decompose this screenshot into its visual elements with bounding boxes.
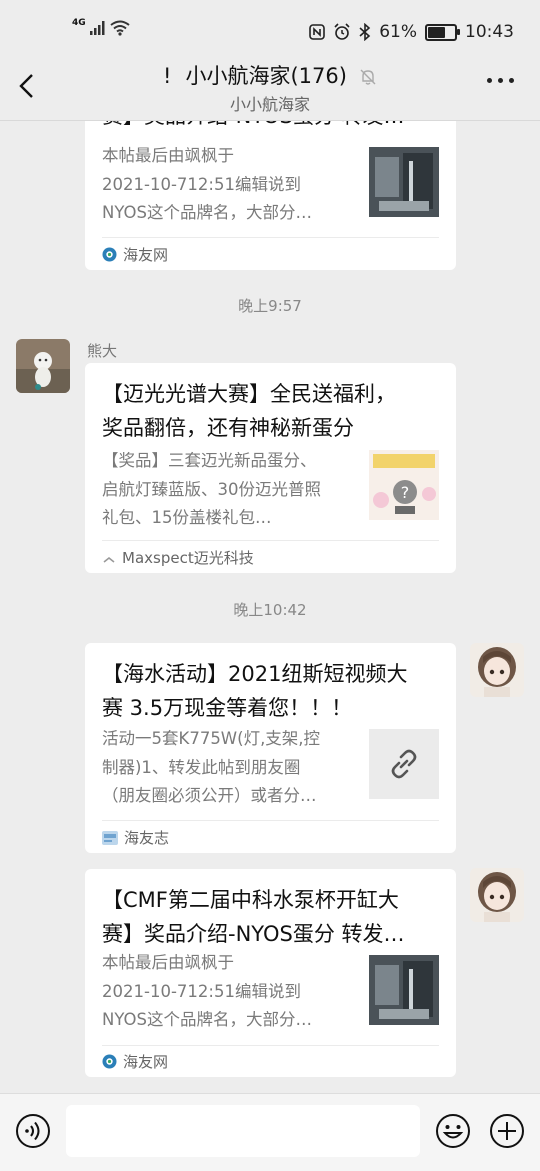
chat-title-row: ! 小小航海家(176)	[0, 60, 540, 90]
link-card-message[interactable]: 【CMF第二届中科水泵杯开缸大 赛】奖品介绍-NYOS蛋分 转发… 本帖最后由飒…	[85, 869, 456, 1077]
card-description: 【奖品】三套迈光新品蛋分、 启航灯臻蓝版、30份迈光普照 礼包、15份盖楼礼包…	[102, 451, 321, 527]
chat-header: ! 小小航海家(176) 小小航海家	[0, 56, 540, 121]
card-source: 海友网	[102, 1051, 168, 1072]
more-horizontal-icon[interactable]	[487, 78, 514, 83]
chat-subtitle: 小小航海家	[229, 95, 310, 114]
avatar[interactable]	[470, 643, 524, 697]
message-timestamp: 晚上10:42	[233, 601, 307, 619]
link-icon	[391, 749, 417, 779]
source-logo-icon	[102, 247, 117, 262]
plus-icon[interactable]	[489, 1113, 525, 1149]
source-logo-icon	[102, 830, 118, 845]
avatar[interactable]	[470, 868, 524, 922]
card-thumbnail	[369, 729, 439, 799]
card-divider	[102, 237, 439, 238]
voice-icon[interactable]	[15, 1113, 51, 1149]
nfc-icon	[309, 24, 326, 40]
message-input[interactable]	[66, 1105, 420, 1157]
link-card-message[interactable]: 【海水活动】2021纽斯短视频大 赛 3.5万现金等着您！！！ 活动一5套K77…	[85, 643, 456, 853]
bluetooth-icon	[359, 23, 371, 41]
card-title: 【CMF第二届中科水泵杯开缸大 赛】奖品介绍-NYOS蛋分 转发…	[102, 888, 405, 946]
link-card-message[interactable]: 赛】奖品介绍-NYOS蛋分 转发… 本帖最后由飒枫于 2021-10-712:5…	[85, 121, 456, 270]
status-right: 61% 10:43	[309, 22, 514, 42]
message-list[interactable]: 赛】奖品介绍-NYOS蛋分 转发… 本帖最后由飒枫于 2021-10-712:5…	[0, 121, 540, 1093]
chat-title: 小小航海家(176)	[185, 64, 347, 88]
card-thumbnail	[369, 955, 439, 1025]
chat-input-bar	[0, 1093, 540, 1171]
card-description: 活动一5套K775W(灯,支架,控 制器)1、转发此帖到朋友圈 （朋友圈必须公开…	[102, 729, 321, 805]
card-description: 本帖最后由飒枫于 2021-10-712:51编辑说到 NYOS这个品牌名，大部…	[102, 953, 312, 1029]
card-divider	[102, 540, 439, 541]
card-divider	[102, 820, 439, 821]
card-title: 【迈光光谱大赛】全民送福利， 奖品翻倍，还有神秘新蛋分	[102, 382, 396, 440]
card-source: 海友志	[102, 827, 169, 848]
warning-mark: !	[163, 64, 172, 88]
card-thumbnail	[369, 147, 439, 217]
card-title: 【海水活动】2021纽斯短视频大 赛 3.5万现金等着您！！！	[102, 662, 408, 720]
message-timestamp: 晚上9:57	[238, 297, 302, 315]
svg-text:?: ?	[401, 483, 410, 502]
card-title: 赛】奖品介绍-NYOS蛋分 转发…	[102, 121, 436, 133]
card-thumbnail: ?	[369, 450, 439, 520]
alarm-icon	[334, 23, 350, 40]
battery-icon	[425, 23, 460, 41]
battery-percent: 61%	[379, 22, 417, 42]
card-divider	[102, 1045, 439, 1046]
bell-off-icon	[360, 69, 376, 85]
emoji-icon[interactable]	[435, 1113, 471, 1149]
link-card-message[interactable]: 【迈光光谱大赛】全民送福利， 奖品翻倍，还有神秘新蛋分 【奖品】三套迈光新品蛋分…	[85, 363, 456, 573]
clock: 10:43	[465, 22, 514, 42]
avatar[interactable]	[16, 339, 70, 393]
network-type: 4G	[72, 18, 86, 28]
card-source: 海友网	[102, 244, 168, 265]
card-source: Maxspect迈光科技	[102, 547, 254, 568]
signal-indicators: 4G	[72, 18, 130, 36]
sender-name: 熊大	[87, 342, 118, 360]
source-logo-icon	[103, 556, 115, 563]
source-logo-icon	[102, 1054, 117, 1069]
signal-icon	[89, 21, 105, 35]
wifi-icon	[110, 20, 130, 36]
card-description: 本帖最后由飒枫于 2021-10-712:51编辑说到 NYOS这个品牌名，大部…	[102, 146, 312, 222]
